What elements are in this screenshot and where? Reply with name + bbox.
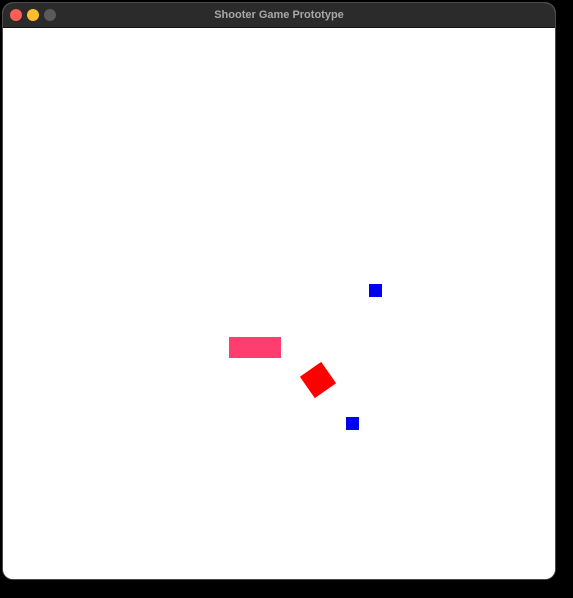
player-ship [299, 361, 337, 399]
title-bar[interactable]: Shooter Game Prototype [3, 3, 555, 28]
platform [229, 337, 281, 358]
game-canvas[interactable] [3, 28, 555, 579]
game-window: Shooter Game Prototype [3, 3, 555, 579]
enemy [369, 284, 382, 297]
enemy [346, 417, 359, 430]
window-title: Shooter Game Prototype [214, 9, 344, 21]
